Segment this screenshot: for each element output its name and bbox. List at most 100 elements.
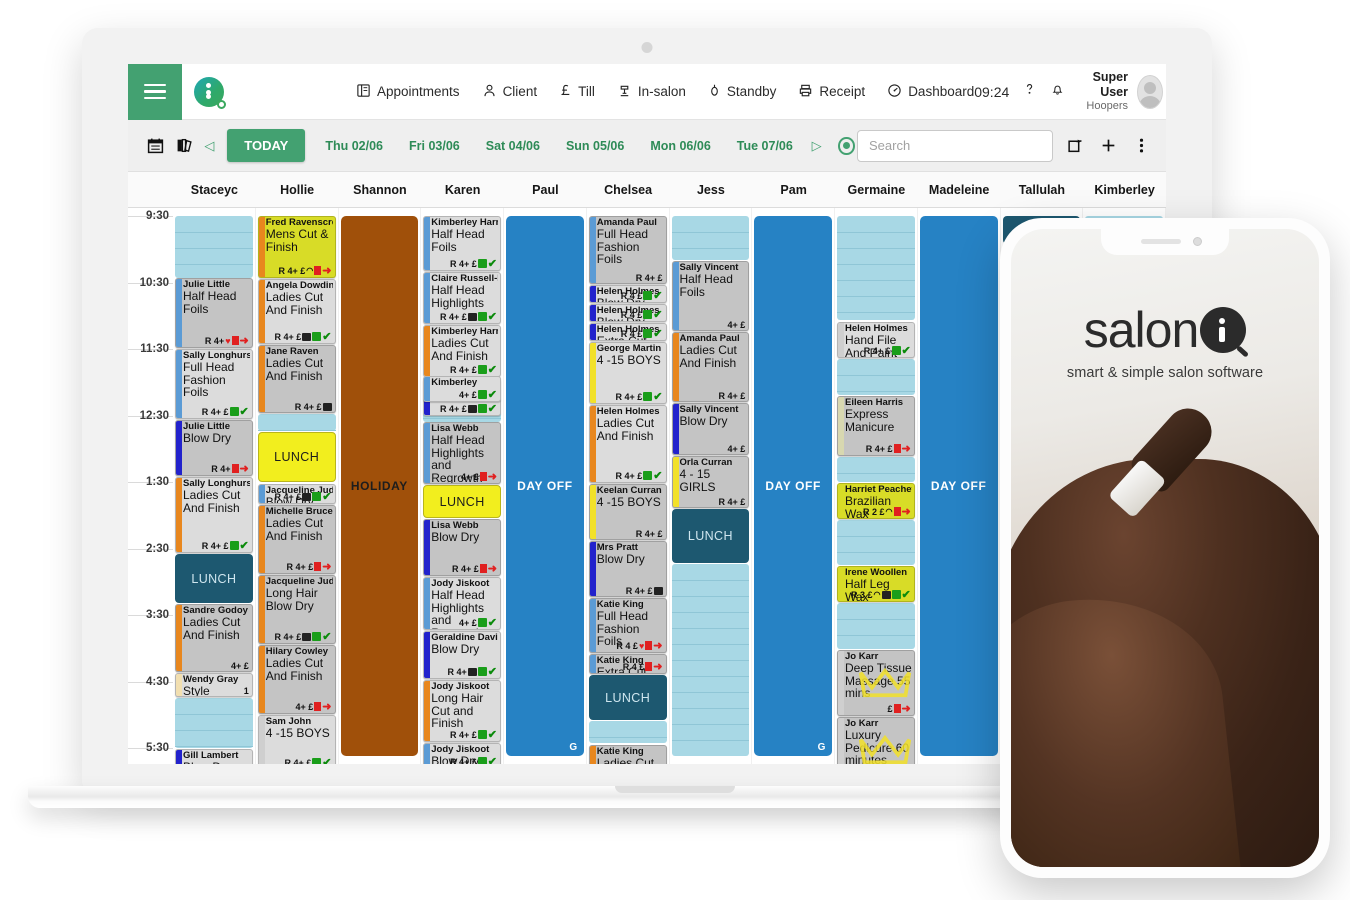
appointment-card[interactable]: Katie KingLadies Cut And FinishR 4 £➜ [588,745,667,764]
appointment-card[interactable]: Claire Russell-RossHalf Head HighlightsR… [423,272,501,324]
appointment-card[interactable]: Helen Holmes Hand File And Paint R 4+ £ ✔ [837,322,915,358]
appointment-card[interactable]: Orla Curran 4 - 15 GIRLS R 4+ £ [671,456,750,508]
staff-header-kimberley[interactable]: Kimberley [1083,172,1166,207]
appointment-card[interactable]: Julie Little Half Head Foils R 4+ ♥ ➜ [175,278,253,348]
appointment-card[interactable]: Kimberley HarrisonLadies Cut And FinishR… [423,325,501,377]
appointment-card[interactable]: Angela DowdingLadies Cut And FinishR 4+ … [257,279,336,344]
appointment-card[interactable]: Helen Holmes Ladies Cut And Finish R 4+ £ ✔ [588,405,667,483]
appointment-card[interactable]: Kimberley 4+ £ ✔ [423,376,501,402]
free-slot[interactable] [837,457,915,482]
appointment-card[interactable]: Amanda Paul Full Head Fashion Foils R 4+ £ [588,216,667,284]
target-icon[interactable] [838,136,855,155]
staff-header-madeleine[interactable]: Madeleine [918,172,1001,207]
today-button[interactable]: TODAY [227,129,306,162]
staff-header-karen[interactable]: Karen [421,172,504,207]
hamburger-icon[interactable] [128,64,182,120]
staff-column-staceyc[interactable]: Julie Little Half Head Foils R 4+ ♥ ➜ Sally L… [173,208,256,764]
staff-header-hollie[interactable]: Hollie [256,172,339,207]
lunch-block[interactable]: LUNCH [671,509,750,563]
appointment-card[interactable]: George Martin 4 -15 BOYS R 4+ £ ✔ [588,342,667,404]
appointment-card[interactable]: Julie Little Blow Dry R 4+ ➜ [175,420,253,476]
date-tab-2[interactable]: Sat 04/06 [474,130,552,162]
appointment-card[interactable]: Helen Holmes Blow Dry R 4 £ ✔ [588,304,667,322]
appointment-card[interactable]: Helen Holmes Extra Cut R 4 £ ✔ [588,323,667,341]
free-slot[interactable] [257,414,336,431]
kebab-menu-icon[interactable] [1130,137,1152,154]
staff-header-germaine[interactable]: Germaine [835,172,918,207]
date-tab-1[interactable]: Fri 03/06 [397,130,472,162]
export-icon[interactable] [1064,137,1086,154]
nav-item-in-salon[interactable]: In-salon [617,83,686,101]
appointment-card[interactable]: Jo Karr Deep Tissue Massage 55 mins £ ➜ [837,650,915,716]
appointment-card[interactable]: Sandre Godoy Ladies Cut And Finish 4+ £ [175,604,253,672]
nav-item-appointments[interactable]: Appointments [356,83,460,101]
bell-icon[interactable] [1050,81,1065,102]
user-block[interactable]: Super User Hoopers [1078,70,1163,113]
staff-header-paul[interactable]: Paul [504,172,587,207]
staff-column-karen[interactable]: Kimberley HarrisonHalf Head FoilsR 4+ £✔… [421,208,504,764]
day-off-block[interactable]: DAY OFF G [506,216,584,756]
nav-item-receipt[interactable]: Receipt [798,83,865,101]
free-slot[interactable] [671,564,750,756]
appointment-card[interactable]: Mrs Pratt Blow Dry R 4+ £ [588,541,667,597]
saloniq-logo-icon[interactable] [182,76,236,109]
lunch-block[interactable]: LUNCH [257,432,336,482]
day-off-block[interactable]: DAY OFF G [754,216,832,756]
appointment-card[interactable]: Michelle Bruce Ladies Cut And Finish R 4+ … [257,505,336,574]
staff-column-shannon[interactable]: HOLIDAY [339,208,422,764]
appointment-card[interactable]: Hilary Cowley Ladies Cut And Finish 4+ £ ➜ [257,645,336,714]
appointment-card[interactable]: Jane Raven Ladies Cut And Finish R 4+ £ [257,345,336,413]
help-icon[interactable] [1022,81,1037,102]
appointment-card[interactable]: Jody JiskootHalf Head Highlights and Reg… [423,577,501,630]
staff-column-pam[interactable]: DAY OFF G [752,208,835,764]
appointment-card[interactable]: Katie King Full Head Fashion Foils R 4 £ ♥ ➜ [588,598,667,653]
prev-date-button[interactable]: ◁ [200,138,220,154]
free-slot[interactable] [671,216,750,260]
next-date-button[interactable]: ▷ [807,138,827,154]
appointment-card[interactable]: Geraldine DaviesBlow DryR 4+✔ [423,631,501,679]
lunch-block[interactable]: LUNCH [423,485,501,518]
appointment-card[interactable]: Sam John 4 -15 BOYS R 4+ £ ✔ [257,715,336,764]
free-slot[interactable] [588,721,667,743]
nav-item-standby[interactable]: Standby [708,83,776,101]
date-tab-0[interactable]: Thu 02/06 [313,130,395,162]
appointment-card[interactable]: Gill LambertBlow Dry4+ £✔ [175,749,253,764]
holiday-block[interactable]: HOLIDAY [340,216,419,756]
appointment-card[interactable]: Wendy Gray Style 1 [175,673,253,697]
appointment-card[interactable]: Katie King Extra Cut R 4 £ ➜ [588,654,667,674]
staff-column-hollie[interactable]: Fred RavenscroftMens Cut & FinishR 4+ £◠… [256,208,339,764]
appointment-card[interactable]: Helen Holmes Blow Dry R 4 £ ✔ [588,285,667,303]
appointment-card[interactable]: Keelan Curran 4 -15 BOYS R 4+ £ [588,484,667,540]
free-slot[interactable] [837,359,915,395]
staff-header-tallulah[interactable]: Tallulah [1001,172,1084,207]
appointment-card[interactable]: Irene Woollen Half Leg Wax R 3 £ ◠ ✔ [837,566,915,602]
staff-column-chelsea[interactable]: Amanda Paul Full Head Fashion Foils R 4+ £… [587,208,670,764]
appointment-card[interactable]: Amanda Paul Ladies Cut And Finish R 4+ £ [671,332,750,402]
appointment-card[interactable]: Jody Jiskoot Blow Dry R 4+ £ ✔ [423,743,501,764]
date-tab-4[interactable]: Mon 06/06 [638,130,722,162]
appointment-card[interactable]: Jacqueline JuddLong Hair Blow DryR 4+ £✔ [257,575,336,644]
daybook-icon[interactable] [171,131,198,161]
appointment-card[interactable]: Harriet Peachey Brazilian Wax R 2 £ ◠ ➜ [837,483,915,519]
appointment-card[interactable]: Fred RavenscroftMens Cut & FinishR 4+ £◠… [257,216,336,278]
plus-icon[interactable] [1097,137,1119,154]
free-slot[interactable] [837,216,915,320]
appointment-card[interactable]: Kimberley HarrisonHalf Head FoilsR 4+ £✔ [423,216,501,271]
appointment-card[interactable]: Sally Vincent Half Head Foils 4+ £ [671,261,750,331]
date-tab-3[interactable]: Sun 05/06 [554,130,636,162]
free-slot[interactable] [837,603,915,649]
appointment-card[interactable]: Jody Jiskoot Long Hair Cut and Finish R 4+… [423,680,501,742]
appointment-card[interactable]: Sally Longhurst Full Head Fashion Foils R … [175,349,253,419]
free-slot[interactable] [175,698,253,748]
appointment-card[interactable]: Lisa Webb Blow Dry R 4+ £ ➜ [423,519,501,576]
lunch-block[interactable]: LUNCH [588,675,667,720]
lunch-block[interactable]: LUNCH [175,554,253,603]
nav-item-client[interactable]: Client [482,83,537,101]
appointment-card[interactable]: Sally Longhurst Ladies Cut And Finish R 4+… [175,477,253,553]
date-tab-5[interactable]: Tue 07/06 [725,130,805,162]
free-slot[interactable] [837,520,915,565]
appointment-card[interactable]: Sally Vincent Blow Dry 4+ £ [671,403,750,455]
staff-header-pam[interactable]: Pam [752,172,835,207]
staff-header-shannon[interactable]: Shannon [339,172,422,207]
free-slot[interactable] [175,216,253,278]
